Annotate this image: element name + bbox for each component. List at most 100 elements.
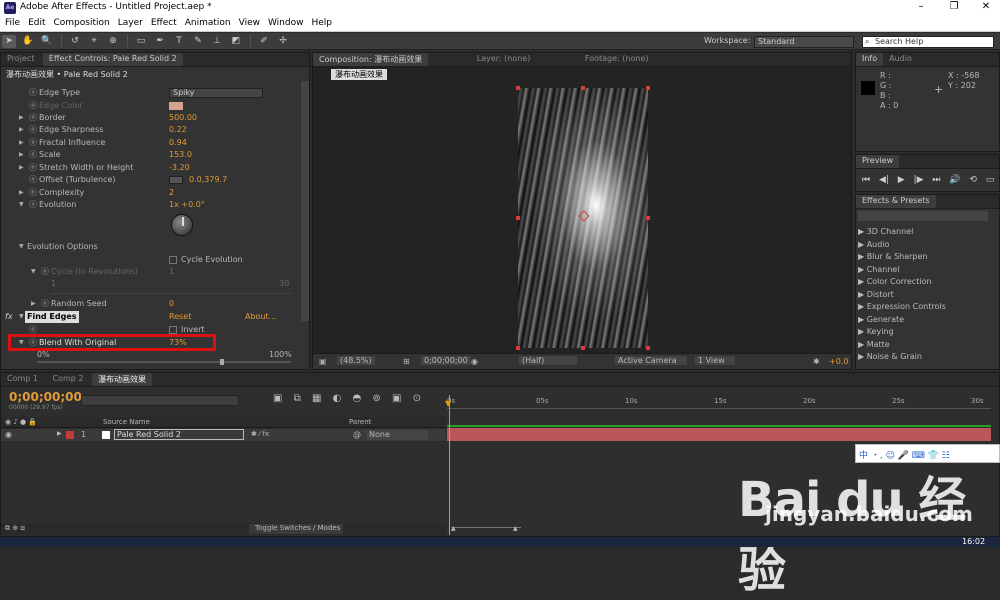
find-edges-label[interactable]: Find Edges bbox=[25, 311, 79, 323]
fractal-influence-value[interactable]: 0.94 bbox=[169, 137, 187, 149]
transform-handle[interactable] bbox=[516, 86, 520, 90]
playhead-icon[interactable]: ▼ bbox=[445, 399, 451, 408]
edge-type-select[interactable]: Spiky bbox=[169, 88, 263, 98]
view-select[interactable]: 1 View bbox=[695, 356, 735, 365]
list-item[interactable]: ▶ Blur & Sharpen bbox=[858, 251, 996, 264]
transform-handle[interactable] bbox=[646, 216, 650, 220]
cycle-evolution-checkbox[interactable] bbox=[169, 256, 177, 264]
layer-switches[interactable]: ✱ ⁄ fx bbox=[251, 430, 269, 438]
scale-value[interactable]: 153.0 bbox=[169, 149, 192, 161]
comp-name-tab[interactable]: 瀑布动画效果 bbox=[331, 69, 387, 80]
transform-handle[interactable] bbox=[581, 346, 585, 350]
workspace-select[interactable]: Standard bbox=[754, 36, 854, 48]
list-item[interactable]: ▶ Channel bbox=[858, 264, 996, 277]
tab-audio[interactable]: Audio bbox=[883, 53, 918, 66]
tab-effects-presets[interactable]: Effects & Presets bbox=[856, 195, 936, 208]
roto-brush-tool-icon[interactable]: ✐ bbox=[257, 35, 271, 48]
menu-edit[interactable]: Edit bbox=[23, 16, 48, 28]
cycle-slider[interactable] bbox=[51, 293, 291, 294]
tab-composition[interactable]: Composition: 瀑布动画效果 bbox=[313, 53, 429, 66]
zoom-slider[interactable]: ▲ ▲ bbox=[451, 525, 521, 532]
timeline-switch-icons[interactable]: ▣ ⧉ ▦ ◐ ◓ ⊚ ▣ ⊙ bbox=[273, 393, 421, 404]
tab-layer[interactable]: Layer: (none) bbox=[471, 53, 537, 66]
tab-comp2[interactable]: Comp 2 bbox=[47, 373, 90, 386]
transform-handle[interactable] bbox=[516, 216, 520, 220]
menu-composition[interactable]: Composition bbox=[49, 16, 113, 28]
maximize-button[interactable]: ❐ bbox=[943, 1, 965, 15]
tab-effect-controls[interactable]: Effect Controls: Pale Red Solid 2 bbox=[42, 53, 183, 66]
list-item[interactable]: ▶ Expression Controls bbox=[858, 301, 996, 314]
tab-comp1[interactable]: Comp 1 bbox=[1, 373, 44, 386]
table-row[interactable]: ◉ ▶ 1 Pale Red Solid 2 ✱ ⁄ fx @ None bbox=[1, 429, 446, 441]
playback-controls[interactable]: ⏮ ◀| ▶ |▶ ⏭ 🔊 ⟲ ▭ bbox=[862, 175, 994, 185]
tab-project[interactable]: Project bbox=[1, 53, 40, 66]
comp-timecode[interactable]: 0;00;00;00 bbox=[421, 356, 471, 365]
footer-icons[interactable]: ⧉ ⊕ ⧈ bbox=[5, 524, 25, 533]
stretch-value[interactable]: -3.20 bbox=[169, 162, 190, 174]
zoom-select[interactable]: (48.5%) bbox=[337, 356, 375, 365]
pen-tool-icon[interactable]: ✒ bbox=[153, 35, 167, 48]
zoom-tool-icon[interactable]: 🔍 bbox=[40, 35, 54, 48]
brush-tool-icon[interactable]: ✎ bbox=[191, 35, 205, 48]
menu-window[interactable]: Window bbox=[263, 16, 307, 28]
layer-search-input[interactable] bbox=[81, 395, 239, 406]
toggle-switches-button[interactable]: Toggle Switches / Modes bbox=[249, 524, 343, 534]
clone-stamp-tool-icon[interactable]: ⊥ bbox=[210, 35, 224, 48]
list-item[interactable]: ▶ Matte bbox=[858, 339, 996, 352]
pan-behind-tool-icon[interactable]: ⊕ bbox=[106, 35, 120, 48]
effects-search-input[interactable] bbox=[858, 211, 988, 221]
camera-tool-icon[interactable]: ⌖ bbox=[87, 35, 101, 48]
list-item[interactable]: ▶ 3D Channel bbox=[858, 226, 996, 239]
evolution-dial[interactable] bbox=[171, 214, 193, 236]
layer-duration-bar[interactable] bbox=[447, 428, 991, 441]
pickwhip-icon[interactable]: @ bbox=[353, 430, 361, 439]
tab-footage[interactable]: Footage: (none) bbox=[579, 53, 655, 66]
minimize-button[interactable]: – bbox=[910, 1, 932, 15]
reset-link[interactable]: Reset bbox=[169, 311, 191, 323]
camera-select[interactable]: Active Camera bbox=[615, 356, 687, 365]
list-item[interactable]: ▶ Audio bbox=[858, 239, 996, 252]
time-ruler[interactable]: 0s 05s 10s 15s 20s 25s 30s bbox=[447, 397, 991, 409]
current-time-indicator[interactable] bbox=[449, 395, 450, 535]
expand-triangle-icon[interactable]: ▶ bbox=[57, 430, 62, 437]
exposure-icon[interactable]: ✱ bbox=[813, 357, 820, 366]
selection-tool-icon[interactable]: ➤ bbox=[2, 35, 16, 48]
exposure-value[interactable]: +0.0 bbox=[829, 357, 848, 366]
rotate-tool-icon[interactable]: ↺ bbox=[68, 35, 82, 48]
scrollbar[interactable] bbox=[301, 81, 309, 321]
type-tool-icon[interactable]: T bbox=[172, 35, 186, 48]
offset-value[interactable]: 0.0,379.7 bbox=[189, 174, 227, 186]
menu-view[interactable]: View bbox=[234, 16, 263, 28]
timeline-timecode[interactable]: 0;00;00;00 bbox=[9, 390, 82, 404]
evolution-value[interactable]: 1x +0.0° bbox=[169, 199, 205, 211]
puppet-pin-tool-icon[interactable]: ✢ bbox=[276, 35, 290, 48]
eraser-tool-icon[interactable]: ◩ bbox=[229, 35, 243, 48]
transform-handle[interactable] bbox=[581, 86, 585, 90]
edge-color-swatch[interactable] bbox=[169, 102, 183, 110]
grid-icon[interactable]: ⊞ bbox=[403, 357, 410, 366]
transform-handle[interactable] bbox=[646, 346, 650, 350]
edge-sharpness-value[interactable]: 0.22 bbox=[169, 124, 187, 136]
menu-help[interactable]: Help bbox=[306, 16, 335, 28]
layer-name[interactable]: Pale Red Solid 2 bbox=[114, 429, 244, 440]
snapshot-icon[interactable]: ◉ bbox=[471, 357, 478, 366]
list-item[interactable]: ▶ Distort bbox=[858, 289, 996, 302]
menu-animation[interactable]: Animation bbox=[180, 16, 234, 28]
tab-info[interactable]: Info bbox=[856, 53, 884, 66]
search-help-input[interactable]: Search Help bbox=[862, 36, 994, 48]
close-button[interactable]: ✕ bbox=[975, 1, 997, 15]
label-color[interactable] bbox=[66, 431, 74, 439]
complexity-value[interactable]: 2 bbox=[169, 187, 174, 199]
eye-icon[interactable]: ◉ bbox=[5, 430, 12, 439]
list-item[interactable]: ▶ Color Correction bbox=[858, 276, 996, 289]
border-value[interactable]: 500.00 bbox=[169, 112, 197, 124]
resolution-select[interactable]: (Half) bbox=[519, 356, 577, 365]
work-area-bar[interactable] bbox=[447, 425, 991, 427]
list-item[interactable]: ▶ Generate bbox=[858, 314, 996, 327]
invert-checkbox[interactable] bbox=[169, 326, 177, 334]
list-item[interactable]: ▶ Noise & Grain bbox=[858, 351, 996, 364]
random-seed-value[interactable]: 0 bbox=[169, 298, 174, 310]
list-item[interactable]: ▶ Keying bbox=[858, 326, 996, 339]
menu-file[interactable]: File bbox=[0, 16, 23, 28]
rectangle-tool-icon[interactable]: ▭ bbox=[134, 35, 148, 48]
